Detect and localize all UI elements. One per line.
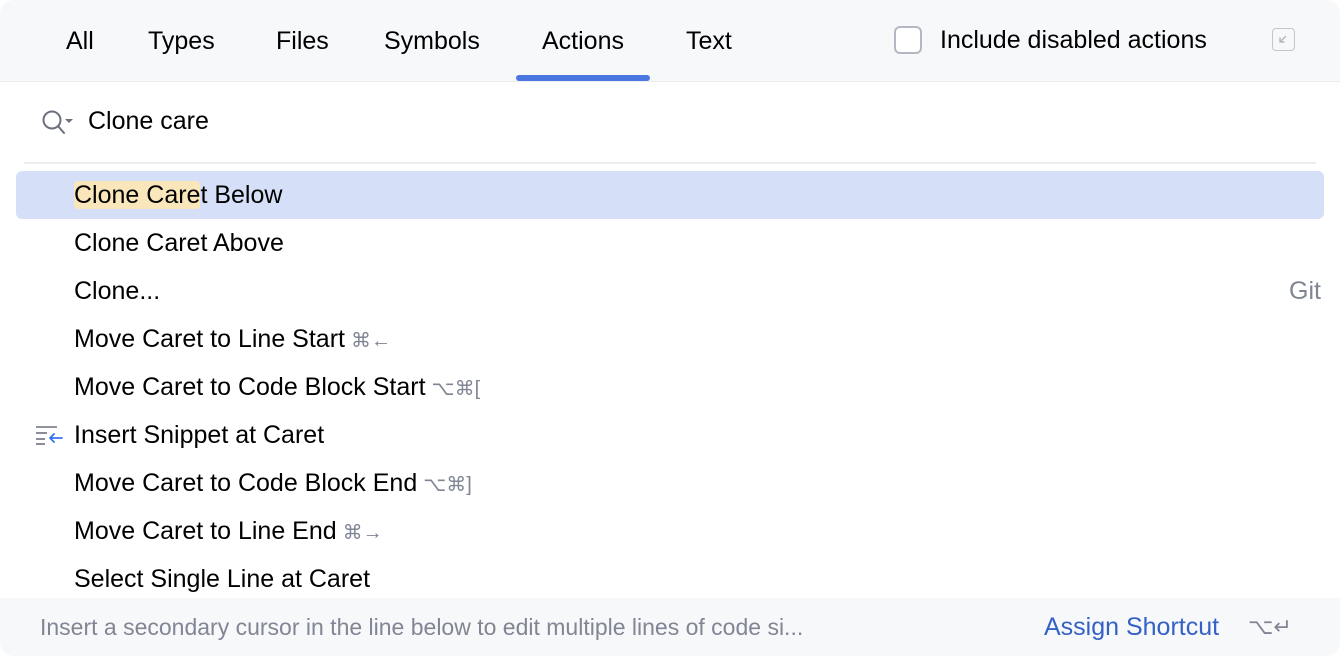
tab-files[interactable]: Files <box>276 0 329 81</box>
result-row[interactable]: Move Caret to Code Block End ⌥⌘] <box>0 459 1340 507</box>
result-row[interactable]: Select Single Line at Caret <box>0 555 1340 603</box>
result-text: Clone Caret Above <box>74 229 284 257</box>
result-row[interactable]: Clone... Git <box>0 267 1340 315</box>
result-text: Clone... <box>74 277 161 305</box>
result-text: Move Caret to Code Block Start <box>74 373 426 401</box>
result-text: Insert Snippet at Caret <box>74 421 325 449</box>
result-text: Move Caret to Line Start <box>74 325 345 353</box>
tab-symbols[interactable]: Symbols <box>384 0 480 81</box>
result-label: Move Caret to Code Block Start ⌥⌘[ <box>74 363 480 413</box>
action-group-label: Git <box>1289 277 1321 305</box>
include-disabled-actions-checkbox[interactable] <box>894 26 922 54</box>
results-list: Clone Caret Below Clone Caret Above Clone.… <box>0 171 1340 603</box>
result-label: Move Caret to Line End ⌘→ <box>74 507 383 557</box>
result-label: Clone... <box>74 267 160 315</box>
result-row[interactable]: Clone Caret Below <box>16 171 1324 219</box>
action-description: Insert a secondary cursor in the line be… <box>40 614 804 640</box>
result-text: Select Single Line at Caret <box>74 565 371 593</box>
shortcut-hint: ⌘→ <box>342 522 383 544</box>
shortcut-hint: ⌥⌘] <box>423 474 472 496</box>
result-label: Clone Caret Below <box>74 171 282 219</box>
result-text: Move Caret to Line End <box>74 517 337 545</box>
search-with-dropdown-icon[interactable] <box>40 108 74 138</box>
result-label: Select Single Line at Caret <box>74 555 370 603</box>
result-label: Move Caret to Line Start ⌘← <box>74 315 391 365</box>
assign-shortcut-link[interactable]: Assign Shortcut <box>1044 598 1219 656</box>
result-row[interactable]: Insert Snippet at Caret <box>0 411 1340 459</box>
tab-all[interactable]: All <box>66 0 94 81</box>
result-label: Clone Caret Above <box>74 219 284 267</box>
footer: Insert a secondary cursor in the line be… <box>0 598 1340 656</box>
tab-types[interactable]: Types <box>148 0 215 81</box>
insert-snippet-icon <box>36 426 63 445</box>
tab-bar: All Types Files Symbols Actions Text Inc… <box>0 0 1340 82</box>
include-disabled-actions-option[interactable]: Include disabled actions <box>894 24 1207 56</box>
result-label: Insert Snippet at Caret <box>74 411 324 459</box>
result-row[interactable]: Clone Caret Above <box>0 219 1340 267</box>
result-row[interactable]: Move Caret to Line Start ⌘← <box>0 315 1340 363</box>
assign-shortcut-key: ⌥↵ <box>1248 614 1292 639</box>
collapse-to-corner-icon[interactable] <box>1272 28 1295 51</box>
result-text: t Below <box>200 181 283 209</box>
result-row[interactable]: Move Caret to Code Block Start ⌥⌘[ <box>0 363 1340 411</box>
tab-actions[interactable]: Actions <box>516 0 650 81</box>
result-text: Move Caret to Code Block End <box>74 469 418 497</box>
tab-text[interactable]: Text <box>686 0 732 81</box>
search-input[interactable] <box>88 102 1188 140</box>
include-disabled-actions-label: Include disabled actions <box>940 25 1207 54</box>
result-label: Move Caret to Code Block End ⌥⌘] <box>74 459 472 509</box>
result-row[interactable]: Move Caret to Line End ⌘→ <box>0 507 1340 555</box>
match-highlight: Clone Care <box>74 181 201 209</box>
shortcut-hint: ⌥⌘[ <box>431 378 481 400</box>
search-bar <box>24 82 1316 164</box>
shortcut-hint: ⌘← <box>350 330 391 352</box>
